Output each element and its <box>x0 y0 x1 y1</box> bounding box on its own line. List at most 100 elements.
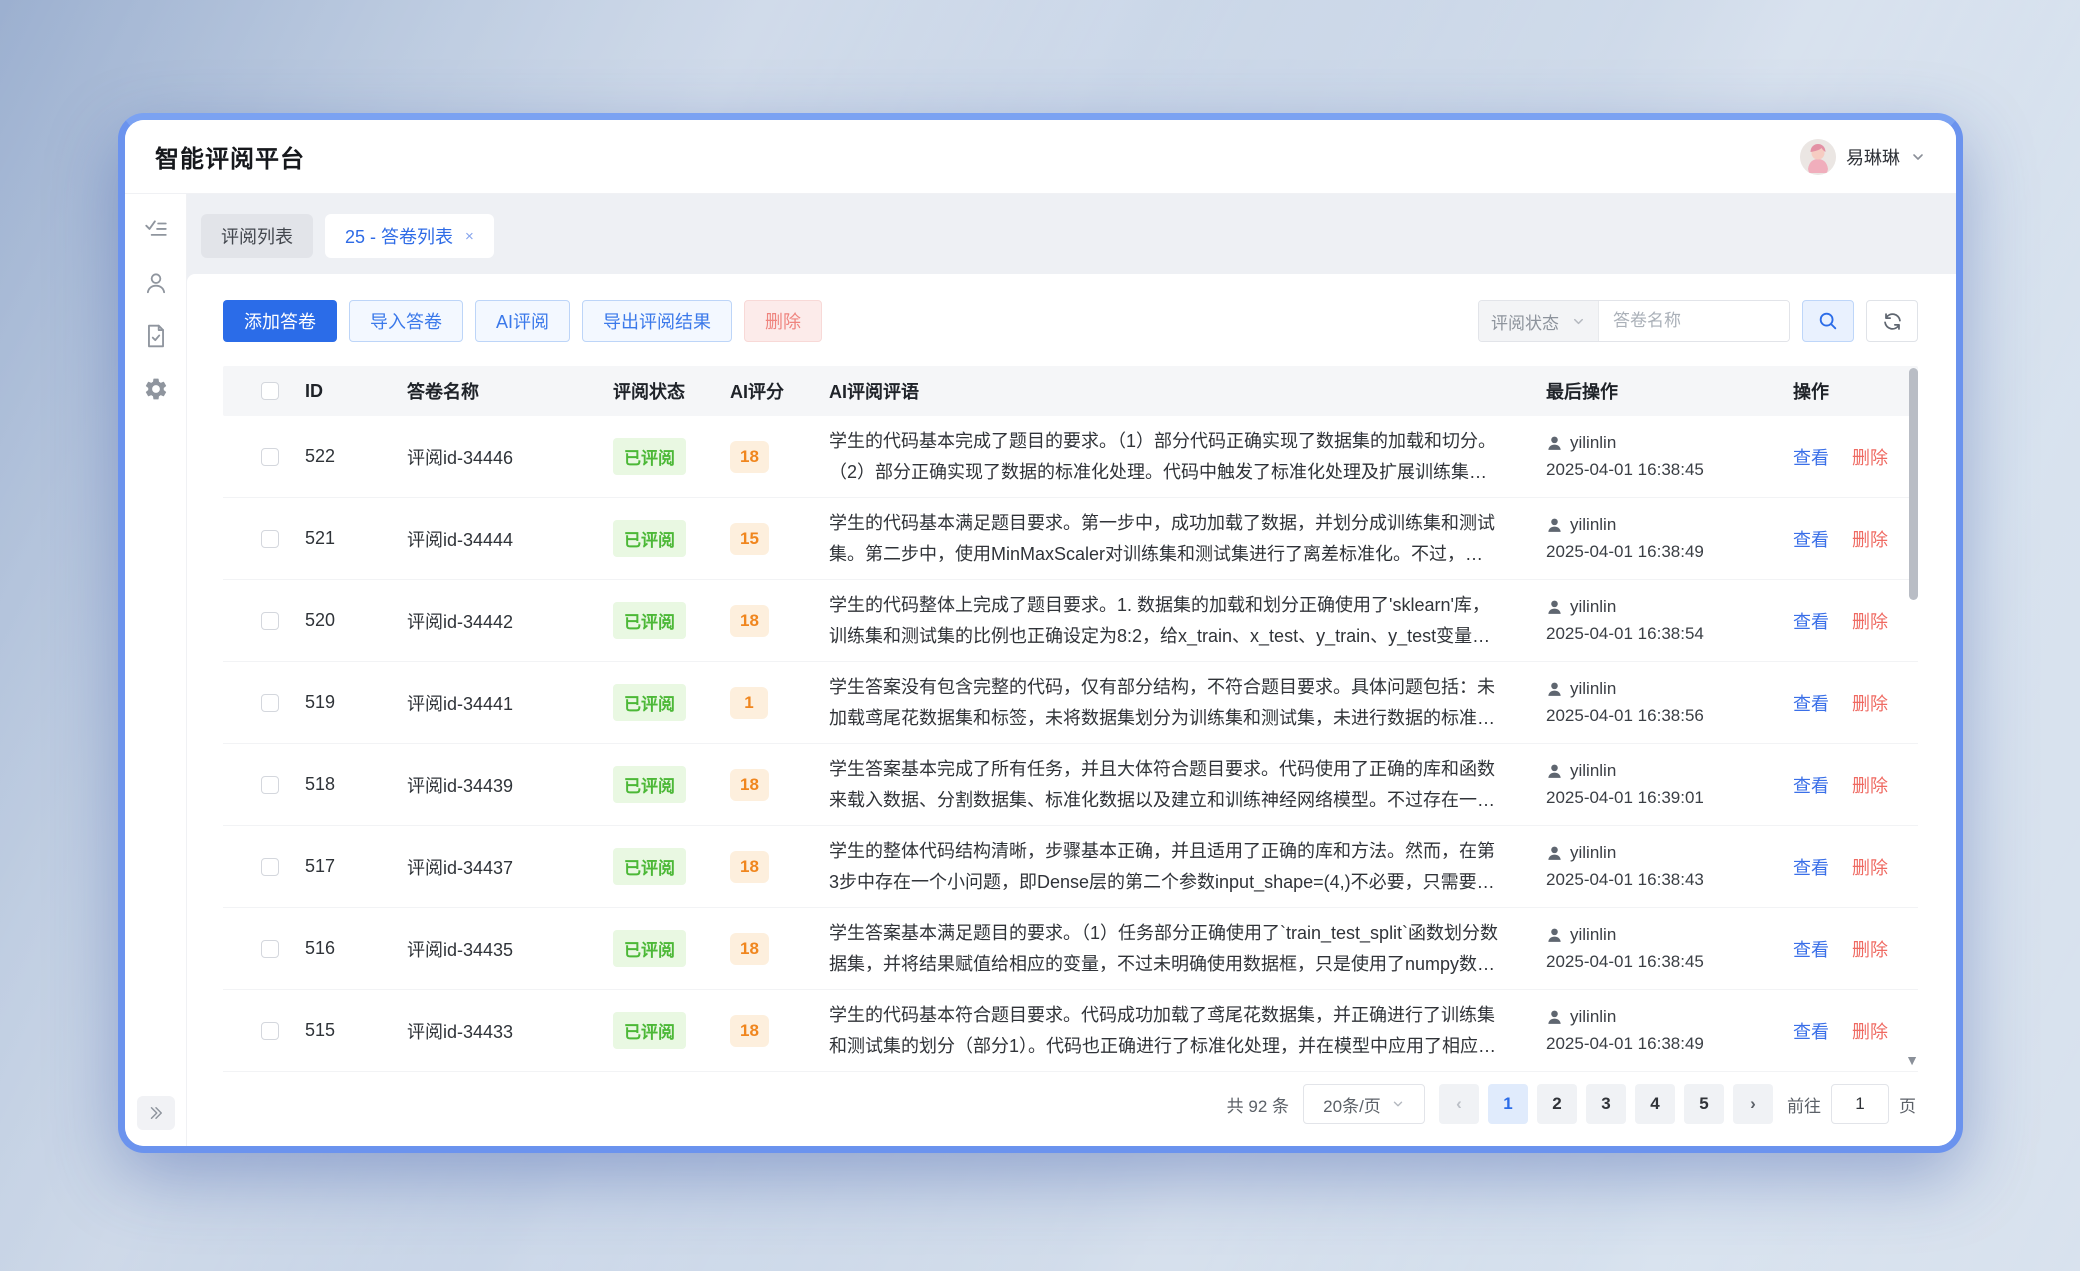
page-size-select[interactable]: 20条/页 <box>1303 1084 1425 1124</box>
delete-link[interactable]: 删除 <box>1852 530 1888 550</box>
person-icon <box>1546 927 1563 944</box>
table-row: 521 评阅id-34444 已评阅 15 学生的代码基本满足题目要求。第一步中… <box>223 498 1918 580</box>
close-icon[interactable]: × <box>465 228 474 245</box>
view-link[interactable]: 查看 <box>1793 448 1829 468</box>
add-answer-button[interactable]: 添加答卷 <box>223 300 337 342</box>
delete-link[interactable]: 删除 <box>1852 858 1888 878</box>
goto-page-input[interactable] <box>1831 1084 1889 1124</box>
sidebar-item-users[interactable] <box>136 263 176 303</box>
score-badge: 18 <box>730 933 769 965</box>
select-placeholder: 评阅状态 <box>1491 309 1559 334</box>
score-badge: 1 <box>730 687 768 719</box>
page-button-5[interactable]: 5 <box>1684 1084 1724 1124</box>
delete-link[interactable]: 删除 <box>1852 776 1888 796</box>
tab-answer-sheet-list[interactable]: 25 - 答卷列表 × <box>325 214 494 258</box>
view-link[interactable]: 查看 <box>1793 1022 1829 1042</box>
operation-time: 2025-04-01 16:38:49 <box>1546 542 1793 562</box>
row-checkbox[interactable] <box>261 612 279 630</box>
operation-time: 2025-04-01 16:38:54 <box>1546 624 1793 644</box>
tab-review-list[interactable]: 评阅列表 <box>201 214 313 258</box>
tab-bar: 评阅列表 25 - 答卷列表 × <box>201 214 1956 258</box>
review-status-select[interactable]: 评阅状态 <box>1479 301 1599 341</box>
operator-name: yilinlin <box>1570 1007 1616 1027</box>
cell-name: 评阅id-34442 <box>407 608 613 634</box>
table-body: 522 评阅id-34446 已评阅 18 学生的代码基本完成了题目的要求。（1… <box>223 416 1918 1072</box>
refresh-button[interactable] <box>1866 300 1918 342</box>
delete-link[interactable]: 删除 <box>1852 1022 1888 1042</box>
total-count: 共 92 条 <box>1227 1092 1289 1117</box>
table-header-row: ID 答卷名称 评阅状态 AI评分 AI评阅评语 最后操作 操作 <box>223 366 1918 416</box>
cell-last-op: yilinlin 2025-04-01 16:38:43 <box>1546 843 1793 890</box>
cell-name: 评阅id-34441 <box>407 690 613 716</box>
person-icon <box>1546 845 1563 862</box>
table-row: 518 评阅id-34439 已评阅 18 学生答案基本完成了所有任务，并且大体… <box>223 744 1918 826</box>
user-menu[interactable]: 易琳琳 <box>1800 139 1926 175</box>
vertical-scrollbar-thumb[interactable] <box>1909 368 1918 600</box>
person-icon <box>1546 517 1563 534</box>
cell-comment: 学生的整体代码结构清晰，步骤基本正确，并且适用了正确的库和方法。然而，在第3步中… <box>829 836 1504 896</box>
double-chevron-right-icon <box>147 1104 165 1122</box>
chevron-down-icon <box>1391 1097 1405 1111</box>
tab-label: 评阅列表 <box>221 223 293 249</box>
row-checkbox[interactable] <box>261 858 279 876</box>
page-button-2[interactable]: 2 <box>1537 1084 1577 1124</box>
export-results-button[interactable]: 导出评阅结果 <box>582 300 732 342</box>
operation-time: 2025-04-01 16:38:45 <box>1546 952 1793 972</box>
sidebar-item-settings[interactable] <box>136 369 176 409</box>
row-checkbox[interactable] <box>261 776 279 794</box>
ai-review-button[interactable]: AI评阅 <box>475 300 570 342</box>
cell-last-op: yilinlin 2025-04-01 16:39:01 <box>1546 761 1793 808</box>
answer-name-input[interactable] <box>1599 301 1789 341</box>
scroll-down-arrow-icon[interactable]: ▼ <box>1905 1052 1919 1068</box>
row-checkbox[interactable] <box>261 448 279 466</box>
score-badge: 18 <box>730 851 769 883</box>
table-row: 519 评阅id-34441 已评阅 1 学生答案没有包含完整的代码，仅有部分结… <box>223 662 1918 744</box>
toolbar-buttons: 添加答卷 导入答卷 AI评阅 导出评阅结果 删除 <box>223 300 822 342</box>
page-button-3[interactable]: 3 <box>1586 1084 1626 1124</box>
header-score: AI评分 <box>730 378 829 404</box>
cell-id: 521 <box>279 528 407 549</box>
filter-group: 评阅状态 <box>1478 300 1790 342</box>
row-checkbox[interactable] <box>261 694 279 712</box>
chevron-down-icon <box>1571 314 1586 329</box>
toolbar-filters: 评阅状态 <box>1478 300 1918 342</box>
delete-link[interactable]: 删除 <box>1852 612 1888 632</box>
search-button[interactable] <box>1802 300 1854 342</box>
cell-last-op: yilinlin 2025-04-01 16:38:56 <box>1546 679 1793 726</box>
view-link[interactable]: 查看 <box>1793 694 1829 714</box>
delete-link[interactable]: 删除 <box>1852 940 1888 960</box>
status-badge: 已评阅 <box>613 930 686 967</box>
operation-time: 2025-04-01 16:38:45 <box>1546 460 1793 480</box>
operator-name: yilinlin <box>1570 433 1616 453</box>
sidebar-item-review-list[interactable] <box>136 210 176 250</box>
app-window: 智能评阅平台 易琳琳 <box>118 113 1963 1153</box>
avatar[interactable] <box>1800 139 1836 175</box>
cell-id: 516 <box>279 938 407 959</box>
sidebar-collapse-button[interactable] <box>137 1096 175 1130</box>
refresh-icon <box>1882 311 1903 332</box>
operation-time: 2025-04-01 16:38:49 <box>1546 1034 1793 1054</box>
cell-comment: 学生的代码基本满足题目要求。第一步中，成功加载了数据，并划分成训练集和测试集。第… <box>829 508 1504 568</box>
view-link[interactable]: 查看 <box>1793 940 1829 960</box>
prev-page-button[interactable]: ‹ <box>1439 1084 1479 1124</box>
row-checkbox[interactable] <box>261 530 279 548</box>
view-link[interactable]: 查看 <box>1793 776 1829 796</box>
view-link[interactable]: 查看 <box>1793 530 1829 550</box>
row-checkbox[interactable] <box>261 1022 279 1040</box>
view-link[interactable]: 查看 <box>1793 858 1829 878</box>
next-page-button[interactable]: › <box>1733 1084 1773 1124</box>
view-link[interactable]: 查看 <box>1793 612 1829 632</box>
delete-link[interactable]: 删除 <box>1852 448 1888 468</box>
user-name: 易琳琳 <box>1846 144 1900 170</box>
page-button-1[interactable]: 1 <box>1488 1084 1528 1124</box>
header-name: 答卷名称 <box>407 378 613 404</box>
delete-button[interactable]: 删除 <box>744 300 822 342</box>
sidebar-item-documents[interactable] <box>136 316 176 356</box>
page-button-4[interactable]: 4 <box>1635 1084 1675 1124</box>
row-checkbox[interactable] <box>261 940 279 958</box>
select-all-checkbox[interactable] <box>261 382 279 400</box>
operator-name: yilinlin <box>1570 679 1616 699</box>
import-answer-button[interactable]: 导入答卷 <box>349 300 463 342</box>
operator-name: yilinlin <box>1570 925 1616 945</box>
delete-link[interactable]: 删除 <box>1852 694 1888 714</box>
